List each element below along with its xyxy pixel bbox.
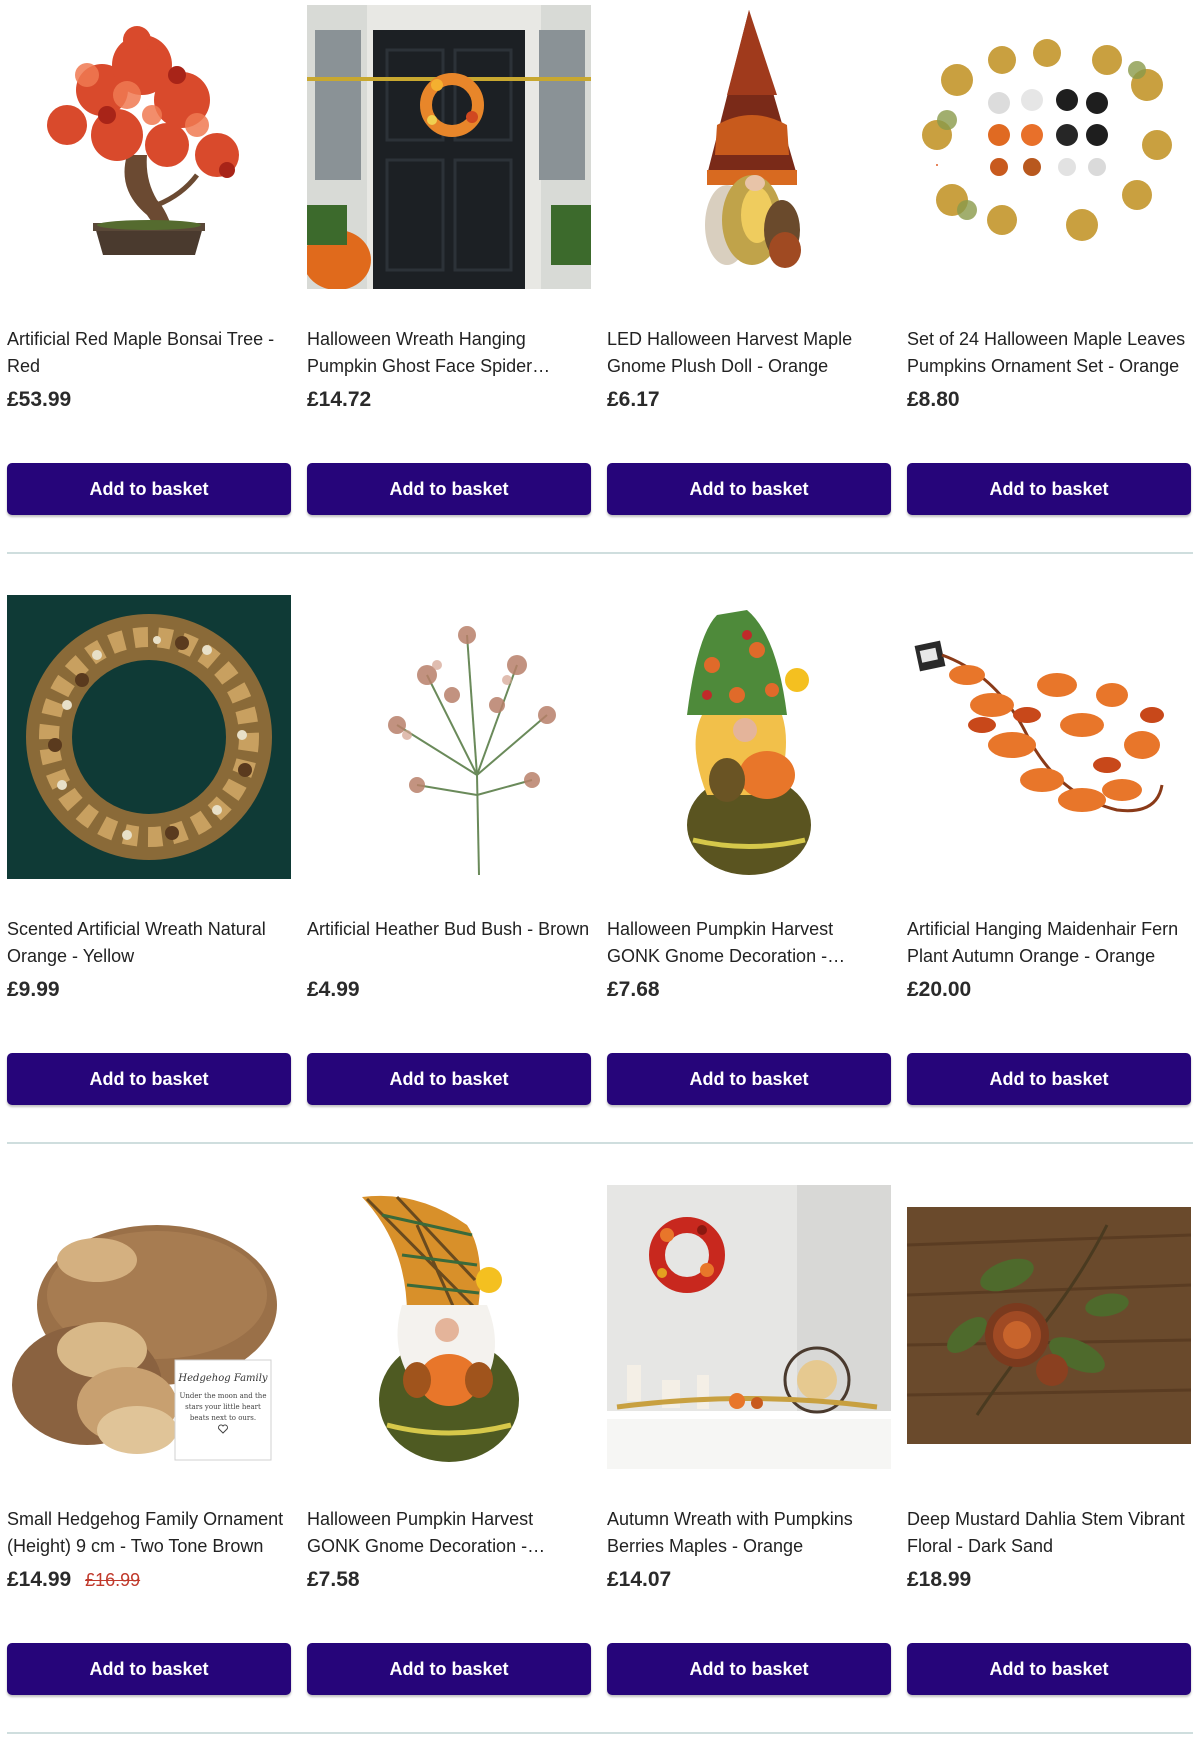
product-image-link[interactable] bbox=[307, 5, 591, 289]
product-row: Scented Artificial Wreath Natural Orange… bbox=[7, 590, 1193, 1144]
product-price-line: £14.99 £16.99 bbox=[7, 1568, 140, 1592]
add-to-basket-button[interactable]: Add to basket bbox=[907, 1053, 1191, 1105]
product-price-line: £8.80 bbox=[907, 388, 960, 412]
fern-garland-image bbox=[907, 595, 1191, 879]
product-card: Set of 24 Halloween Maple Leaves Pumpkin… bbox=[907, 5, 1191, 520]
product-title[interactable]: Halloween Wreath Hanging Pumpkin Ghost F… bbox=[307, 326, 591, 380]
product-price-line: £20.00 bbox=[907, 978, 971, 1002]
product-price-line: £6.17 bbox=[607, 388, 660, 412]
product-card: Halloween Pumpkin Harvest GONK Gnome Dec… bbox=[307, 1185, 591, 1700]
product-price-line: £9.99 bbox=[7, 978, 60, 1002]
product-row: Hedgehog Family Under the moon and the s… bbox=[7, 1180, 1193, 1734]
add-to-basket-button[interactable]: Add to basket bbox=[307, 1643, 591, 1695]
product-image-link[interactable] bbox=[607, 1185, 891, 1469]
product-grid-page: Artificial Red Maple Bonsai Tree - Red £… bbox=[0, 0, 1200, 1741]
product-price: £6.17 bbox=[607, 388, 660, 411]
product-card: LED Halloween Harvest Maple Gnome Plush … bbox=[607, 5, 891, 520]
product-title[interactable]: Halloween Pumpkin Harvest GONK Gnome Dec… bbox=[607, 916, 891, 970]
hedgehog-ornament-image: Hedgehog Family Under the moon and the s… bbox=[7, 1185, 291, 1469]
add-to-basket-button[interactable]: Add to basket bbox=[7, 1053, 291, 1105]
product-price: £20.00 bbox=[907, 978, 972, 1001]
product-row: Artificial Red Maple Bonsai Tree - Red £… bbox=[7, 0, 1193, 554]
product-price: £9.99 bbox=[7, 978, 60, 1001]
product-title[interactable]: Deep Mustard Dahlia Stem Vibrant Floral … bbox=[907, 1506, 1191, 1560]
plaque-line: beats next to ours. bbox=[190, 1414, 256, 1422]
dahlia-stem-image bbox=[907, 1185, 1191, 1469]
product-title[interactable]: Autumn Wreath with Pumpkins Berries Mapl… bbox=[607, 1506, 891, 1560]
product-price: £4.99 bbox=[307, 978, 360, 1001]
product-card: Scented Artificial Wreath Natural Orange… bbox=[7, 595, 291, 1110]
add-to-basket-button[interactable]: Add to basket bbox=[907, 1643, 1191, 1695]
plaque-line: Under the moon and the bbox=[180, 1392, 267, 1400]
product-image-link[interactable] bbox=[7, 595, 291, 879]
add-to-basket-button[interactable]: Add to basket bbox=[607, 1053, 891, 1105]
product-title[interactable]: Small Hedgehog Family Ornament (Height) … bbox=[7, 1506, 291, 1560]
product-image-link[interactable] bbox=[907, 1185, 1191, 1469]
product-card: Hedgehog Family Under the moon and the s… bbox=[7, 1185, 291, 1700]
gonk-gnome-image bbox=[607, 595, 891, 879]
add-to-basket-button[interactable]: Add to basket bbox=[607, 1643, 891, 1695]
bonsai-tree-image bbox=[7, 5, 291, 289]
door-wreath-image bbox=[307, 5, 591, 289]
plaid-gnome-image bbox=[307, 1185, 591, 1469]
product-price: £14.07 bbox=[607, 1568, 672, 1591]
product-title[interactable]: Artificial Red Maple Bonsai Tree - Red bbox=[7, 326, 291, 380]
product-image-link[interactable] bbox=[307, 595, 591, 879]
product-card: Halloween Wreath Hanging Pumpkin Ghost F… bbox=[307, 5, 591, 520]
product-price-line: £53.99 bbox=[7, 388, 71, 412]
pinecone-wreath-image bbox=[7, 595, 291, 879]
add-to-basket-button[interactable]: Add to basket bbox=[607, 463, 891, 515]
led-gnome-image bbox=[607, 5, 891, 289]
leaves-pumpkins-image bbox=[907, 5, 1191, 289]
product-card: Artificial Hanging Maidenhair Fern Plant… bbox=[907, 595, 1191, 1110]
product-card: Deep Mustard Dahlia Stem Vibrant Floral … bbox=[907, 1185, 1191, 1700]
product-was-price: £16.99 bbox=[85, 1570, 141, 1590]
product-image-link[interactable] bbox=[907, 5, 1191, 289]
product-image-link[interactable] bbox=[7, 5, 291, 289]
add-to-basket-button[interactable]: Add to basket bbox=[7, 1643, 291, 1695]
product-image-link[interactable]: Hedgehog Family Under the moon and the s… bbox=[7, 1185, 291, 1469]
product-image-link[interactable] bbox=[907, 595, 1191, 879]
plaque-heading: Hedgehog Family bbox=[177, 1373, 268, 1384]
product-image-link[interactable] bbox=[607, 5, 891, 289]
plaque-line: stars your little heart bbox=[185, 1403, 261, 1411]
product-image-link[interactable] bbox=[307, 1185, 591, 1469]
product-title[interactable]: LED Halloween Harvest Maple Gnome Plush … bbox=[607, 326, 891, 380]
add-to-basket-button[interactable]: Add to basket bbox=[307, 463, 591, 515]
product-price-line: £7.68 bbox=[607, 978, 660, 1002]
product-price: £7.68 bbox=[607, 978, 660, 1001]
product-title[interactable]: Halloween Pumpkin Harvest GONK Gnome Dec… bbox=[307, 1506, 591, 1560]
product-title[interactable]: Scented Artificial Wreath Natural Orange… bbox=[7, 916, 291, 970]
product-price: £14.99 bbox=[7, 1568, 72, 1591]
product-title[interactable]: Artificial Hanging Maidenhair Fern Plant… bbox=[907, 916, 1191, 970]
product-price: £14.72 bbox=[307, 388, 372, 411]
heather-bush-image bbox=[307, 595, 591, 879]
product-price-line: £18.99 bbox=[907, 1568, 971, 1592]
product-price-line: £4.99 bbox=[307, 978, 360, 1002]
product-card: Artificial Red Maple Bonsai Tree - Red £… bbox=[7, 5, 291, 520]
product-price-line: £14.07 bbox=[607, 1568, 671, 1592]
mantel-wreath-image bbox=[607, 1185, 891, 1469]
product-title[interactable]: Artificial Heather Bud Bush - Brown bbox=[307, 916, 591, 970]
product-card: Autumn Wreath with Pumpkins Berries Mapl… bbox=[607, 1185, 891, 1700]
product-title[interactable]: Set of 24 Halloween Maple Leaves Pumpkin… bbox=[907, 326, 1191, 380]
product-image-link[interactable] bbox=[607, 595, 891, 879]
product-price: £18.99 bbox=[907, 1568, 972, 1591]
product-price-line: £7.58 bbox=[307, 1568, 360, 1592]
product-card: Halloween Pumpkin Harvest GONK Gnome Dec… bbox=[607, 595, 891, 1110]
product-price: £8.80 bbox=[907, 388, 960, 411]
add-to-basket-button[interactable]: Add to basket bbox=[907, 463, 1191, 515]
product-price: £7.58 bbox=[307, 1568, 360, 1591]
add-to-basket-button[interactable]: Add to basket bbox=[307, 1053, 591, 1105]
product-price-line: £14.72 bbox=[307, 388, 371, 412]
product-card: Artificial Heather Bud Bush - Brown £4.9… bbox=[307, 595, 591, 1110]
product-price: £53.99 bbox=[7, 388, 72, 411]
add-to-basket-button[interactable]: Add to basket bbox=[7, 463, 291, 515]
